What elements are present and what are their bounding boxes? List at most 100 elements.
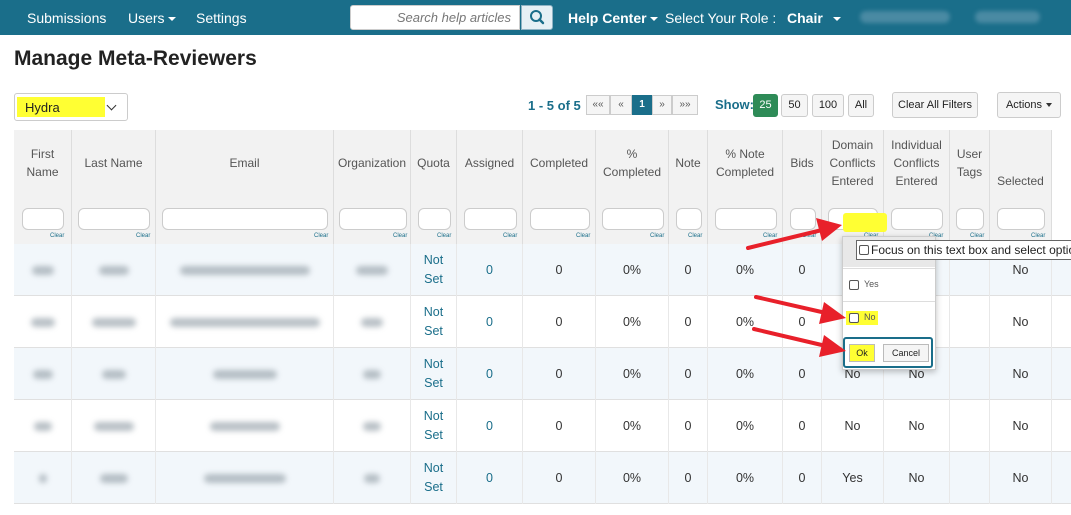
cell-email (156, 400, 334, 452)
filter-option-no[interactable]: No (843, 301, 935, 334)
search-button[interactable] (521, 5, 553, 30)
cell-quota[interactable]: Not Set (411, 400, 457, 452)
cell-assigned[interactable]: 0 (457, 452, 523, 504)
filter-option-yes[interactable]: Yes (843, 268, 935, 301)
column-header-label: % Completed (602, 147, 662, 179)
cell-last-name (72, 400, 156, 452)
column-header-last-name[interactable]: Last Name (72, 130, 156, 196)
role-selector[interactable]: Chair (787, 10, 841, 26)
cell-assigned[interactable]: 0 (457, 244, 523, 296)
filter-input-assigned[interactable] (464, 208, 517, 230)
clear-filter-link[interactable]: Clear (437, 233, 451, 239)
filter-input-selected[interactable] (997, 208, 1045, 230)
cell-assigned[interactable]: 0 (457, 400, 523, 452)
column-header-quota[interactable]: Quota (411, 130, 457, 196)
column-header-email[interactable]: Email (156, 130, 334, 196)
cell-assigned[interactable]: 0 (457, 348, 523, 400)
cell-user-tags (950, 348, 990, 400)
column-header-pct-completed[interactable]: % Completed (596, 130, 669, 196)
redacted-text (38, 473, 47, 483)
column-header-completed[interactable]: Completed (523, 130, 596, 196)
column-header-domain[interactable]: Domain Conflicts Entered (822, 130, 884, 196)
ok-button[interactable]: Ok (849, 344, 875, 362)
cell-assigned[interactable]: 0 (457, 296, 523, 348)
column-header-user-tags[interactable]: User Tags (950, 130, 990, 196)
filter-input-organization[interactable] (339, 208, 407, 230)
clear-filter-link[interactable]: Clear (1031, 233, 1045, 239)
nav-settings[interactable]: Settings (196, 10, 247, 26)
clear-filter-link[interactable]: Clear (314, 233, 328, 239)
actions-button[interactable]: Actions (997, 92, 1061, 118)
filter-cell: Clear (783, 196, 822, 244)
column-header-assigned[interactable]: Assigned (457, 130, 523, 196)
yes-checkbox[interactable] (849, 280, 859, 290)
clear-all-filters-button[interactable]: Clear All Filters (892, 92, 978, 118)
nav-submissions[interactable]: Submissions (27, 10, 106, 26)
filter-cell: Clear (990, 196, 1052, 244)
column-header-note[interactable]: Note (669, 130, 708, 196)
cancel-button[interactable]: Cancel (883, 344, 929, 362)
cell-quota[interactable]: Not Set (411, 296, 457, 348)
clear-filter-link[interactable]: Clear (650, 233, 664, 239)
filter-input-completed[interactable] (530, 208, 590, 230)
column-header-first-name[interactable]: First Name (14, 130, 72, 196)
highlight-marker (843, 213, 887, 232)
filter-input-bids[interactable] (790, 208, 816, 230)
search-input[interactable]: Search help articles (350, 5, 520, 30)
cell-quota[interactable]: Not Set (411, 452, 457, 504)
filter-input-quota[interactable] (418, 208, 451, 230)
nav-users[interactable]: Users (128, 10, 176, 26)
pager-prev-button[interactable]: « (610, 95, 632, 115)
caret-down-icon (1046, 103, 1053, 108)
chevron-down-icon (106, 100, 117, 111)
filter-input-first-name[interactable] (22, 208, 64, 230)
nav-help-center[interactable]: Help Center (568, 10, 658, 26)
filter-input-pct-completed[interactable] (602, 208, 664, 230)
clear-filter-link[interactable]: Clear (503, 233, 517, 239)
table-row[interactable]: Not Set 0 0 0% 0 0% 0 Yes No No (14, 452, 1071, 504)
cell-email (156, 452, 334, 504)
filter-cell: Clear (457, 196, 523, 244)
filter-input-note[interactable] (676, 208, 702, 230)
pager-first-button[interactable]: «« (586, 95, 610, 115)
clear-filter-link[interactable]: Clear (50, 233, 64, 239)
pager-next-button[interactable]: » (652, 95, 672, 115)
column-header-individual[interactable]: Individual Conflicts Entered (884, 130, 950, 196)
column-header-pct-note[interactable]: % Note Completed (708, 130, 783, 196)
select-all-checkbox[interactable] (859, 245, 869, 255)
clear-filter-link[interactable]: Clear (136, 233, 150, 239)
cell-quota[interactable]: Not Set (411, 348, 457, 400)
cell-pct-completed: 0% (596, 296, 669, 348)
column-header-organization[interactable]: Organization (334, 130, 411, 196)
show-25-button[interactable]: 25 (753, 94, 778, 117)
column-header-selected[interactable]: Selected (990, 130, 1052, 196)
column-header-bids[interactable]: Bids (783, 130, 822, 196)
clear-filter-link[interactable]: Clear (763, 233, 777, 239)
clear-filter-link[interactable]: Clear (970, 233, 984, 239)
show-all-button[interactable]: All (848, 94, 874, 117)
clear-filter-link[interactable]: Clear (802, 233, 816, 239)
filter-input-user-tags[interactable] (956, 208, 984, 230)
filter-input-last-name[interactable] (78, 208, 150, 230)
show-100-button[interactable]: 100 (812, 94, 844, 117)
cell-organization (334, 296, 411, 348)
filter-input-email[interactable] (162, 208, 328, 230)
pager-last-button[interactable]: »» (672, 95, 698, 115)
clear-filter-link[interactable]: Clear (393, 233, 407, 239)
cell-organization (334, 452, 411, 504)
filter-input-pct-note[interactable] (715, 208, 777, 230)
column-header-label: Last Name (84, 156, 143, 170)
pager-page-1[interactable]: 1 (632, 95, 652, 115)
cell-note: 0 (669, 244, 708, 296)
table-row[interactable]: Not Set 0 0 0% 0 0% 0 No No No (14, 400, 1071, 452)
show-50-button[interactable]: 50 (781, 94, 808, 117)
filter-input-individual[interactable] (891, 208, 943, 230)
tooltip-text: Focus on this text box and select optio (871, 243, 1071, 257)
blurred-user-info[interactable] (975, 11, 1040, 23)
conference-select[interactable]: Hydra (14, 93, 128, 121)
clear-filter-link[interactable]: Clear (688, 233, 702, 239)
cell-quota[interactable]: Not Set (411, 244, 457, 296)
no-checkbox[interactable] (849, 313, 859, 323)
blurred-user-menu[interactable] (860, 11, 950, 23)
clear-filter-link[interactable]: Clear (576, 233, 590, 239)
